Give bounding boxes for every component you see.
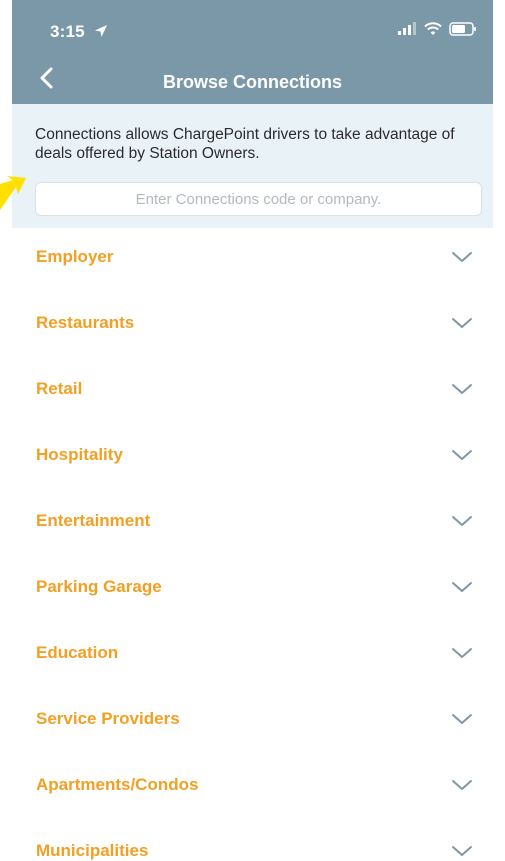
chevron-down-icon bbox=[452, 648, 472, 658]
intro-panel: Connections allows ChargePoint drivers t… bbox=[12, 104, 493, 228]
status-icons bbox=[397, 22, 477, 36]
category-label: Apartments/Condos bbox=[36, 775, 199, 794]
chevron-down-icon bbox=[452, 384, 472, 394]
category-row-education[interactable]: Education bbox=[12, 620, 493, 686]
category-label: Entertainment bbox=[36, 511, 151, 530]
chevron-down-icon bbox=[452, 252, 472, 262]
category-row-hospitality[interactable]: Hospitality bbox=[12, 422, 493, 488]
signal-icon bbox=[398, 22, 416, 35]
wifi-icon bbox=[424, 22, 442, 35]
annotation-arrow-icon bbox=[0, 176, 26, 210]
category-label: Service Providers bbox=[36, 709, 180, 728]
chevron-down-icon bbox=[452, 846, 472, 856]
chevron-down-icon bbox=[452, 318, 472, 328]
category-row-entertainment[interactable]: Entertainment bbox=[12, 488, 493, 554]
category-row-retail[interactable]: Retail bbox=[12, 356, 493, 422]
category-row-employer[interactable]: Employer bbox=[12, 224, 493, 290]
chevron-down-icon bbox=[452, 714, 472, 724]
battery-icon bbox=[449, 22, 476, 36]
category-row-restaurants[interactable]: Restaurants bbox=[12, 290, 493, 356]
category-list: Employer Restaurants Retail Hospitality … bbox=[12, 224, 493, 861]
search-input[interactable] bbox=[35, 182, 482, 216]
page-title: Browse Connections bbox=[162, 72, 343, 92]
category-label: Parking Garage bbox=[36, 577, 162, 596]
category-label: Restaurants bbox=[36, 313, 135, 332]
status-time: 3:15 bbox=[50, 22, 85, 41]
category-label: Hospitality bbox=[36, 445, 123, 464]
category-row-service-providers[interactable]: Service Providers bbox=[12, 686, 493, 752]
category-row-municipalities[interactable]: Municipalities bbox=[12, 818, 493, 861]
category-row-parking-garage[interactable]: Parking Garage bbox=[12, 554, 493, 620]
location-arrow-icon bbox=[95, 25, 107, 37]
chevron-down-icon bbox=[452, 582, 472, 592]
category-label: Retail bbox=[36, 379, 83, 398]
category-label: Municipalities bbox=[36, 841, 149, 860]
navigation-header: 3:15 Browse Connections bbox=[12, 0, 493, 104]
intro-text: Connections allows ChargePoint drivers t… bbox=[35, 126, 455, 162]
chevron-down-icon bbox=[452, 450, 472, 460]
category-label: Employer bbox=[36, 247, 114, 266]
chevron-down-icon bbox=[452, 780, 472, 790]
category-row-apartments-condos[interactable]: Apartments/Condos bbox=[12, 752, 493, 818]
chevron-down-icon bbox=[452, 516, 472, 526]
category-label: Education bbox=[36, 643, 119, 662]
